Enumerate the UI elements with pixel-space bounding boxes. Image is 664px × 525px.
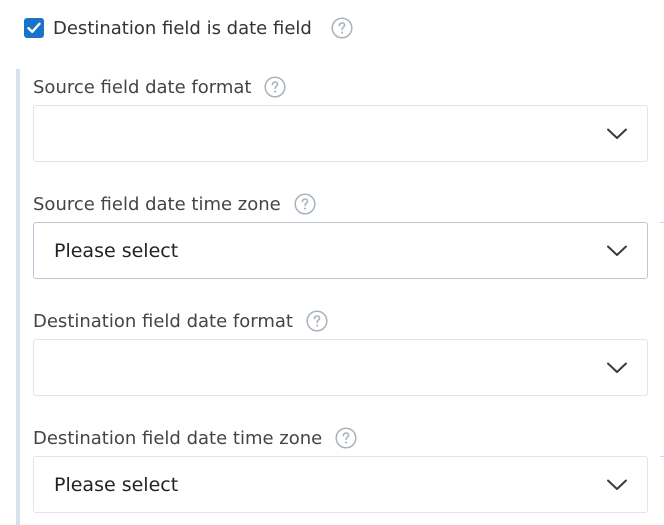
destination-time-zone-value: Please select xyxy=(54,473,179,496)
question-circle-icon[interactable] xyxy=(306,310,328,332)
chevron-down-icon xyxy=(607,362,627,373)
source-date-format-select[interactable] xyxy=(33,105,648,162)
date-field-checkbox-row[interactable]: Destination field is date field xyxy=(24,15,353,41)
source-time-zone-label-row: Source field date time zone xyxy=(33,192,316,216)
destination-time-zone-label-row: Destination field date time zone xyxy=(33,426,357,450)
source-time-zone-select[interactable]: Please select xyxy=(33,222,648,279)
chevron-down-icon xyxy=(607,479,627,490)
question-circle-icon[interactable] xyxy=(294,193,316,215)
destination-time-zone-label: Destination field date time zone xyxy=(33,427,323,449)
check-icon xyxy=(27,22,41,33)
adjacent-panel-edge xyxy=(660,456,664,457)
destination-date-format-label: Destination field date format xyxy=(33,310,293,332)
date-field-checkbox[interactable] xyxy=(24,18,44,38)
question-circle-icon[interactable] xyxy=(331,17,353,39)
source-date-format-label-row: Source field date format xyxy=(33,75,287,99)
source-date-format-label: Source field date format xyxy=(33,76,252,98)
destination-time-zone-select[interactable]: Please select xyxy=(33,456,648,513)
adjacent-panel-edge xyxy=(660,222,664,223)
source-time-zone-value: Please select xyxy=(54,239,179,262)
chevron-down-icon xyxy=(607,128,627,139)
date-field-checkbox-label[interactable]: Destination field is date field xyxy=(53,18,312,39)
chevron-down-icon xyxy=(607,245,627,256)
settings-group-accent-bar xyxy=(16,69,20,525)
source-time-zone-label: Source field date time zone xyxy=(33,193,281,215)
question-circle-icon[interactable] xyxy=(335,427,357,449)
destination-date-format-label-row: Destination field date format xyxy=(33,309,328,333)
destination-date-format-select[interactable] xyxy=(33,339,648,396)
question-circle-icon[interactable] xyxy=(264,76,287,98)
